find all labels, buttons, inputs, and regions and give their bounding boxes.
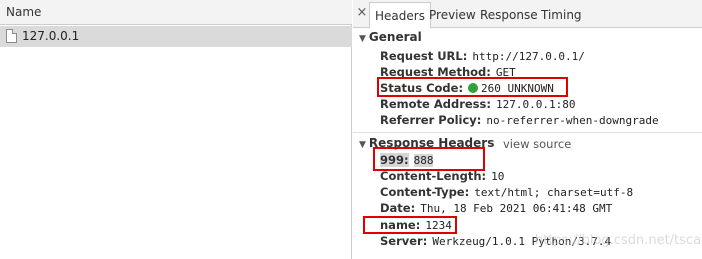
- header-value: 127.0.0.1:80: [495, 98, 576, 111]
- name-column-label: Name: [6, 5, 42, 19]
- section-divider: [353, 132, 702, 133]
- general-section-title: General: [368, 30, 422, 44]
- request-name: 127.0.0.1: [22, 29, 80, 43]
- header-key: Server:: [380, 234, 428, 248]
- tab-timing[interactable]: Timing: [536, 2, 587, 28]
- request-list-panel: Name 127.0.0.1: [0, 0, 352, 259]
- tab-headers[interactable]: Headers: [369, 2, 431, 29]
- view-source-link[interactable]: view source: [503, 137, 571, 151]
- header-key: Referrer Policy:: [380, 113, 482, 127]
- request-row[interactable]: 127.0.0.1: [0, 26, 352, 47]
- watermark: https://blog.csdn.net/tscaxx: [535, 233, 702, 248]
- general-row-referrer-policy: Referrer Policy: no-referrer-when-downgra…: [380, 113, 659, 127]
- response-header-row-date: Date: Thu, 18 Feb 2021 06:41:48 GMT: [380, 201, 612, 215]
- details-tabbar: × Headers Preview Response Timing: [353, 0, 702, 29]
- header-key: Content-Type:: [380, 185, 470, 199]
- tab-preview[interactable]: Preview: [424, 2, 481, 28]
- general-section-toggle[interactable]: ▼ General: [359, 30, 422, 44]
- tab-response[interactable]: Response: [475, 2, 543, 28]
- header-key: Request URL:: [380, 49, 468, 63]
- header-key: Remote Address:: [380, 97, 491, 111]
- general-row-remote-address: Remote Address: 127.0.0.1:80: [380, 97, 575, 111]
- expand-triangle-icon: ▼: [359, 34, 366, 44]
- close-icon[interactable]: ×: [356, 5, 368, 20]
- response-header-row-content-length: Content-Length: 10: [380, 169, 504, 183]
- header-value: http://127.0.0.1/: [472, 50, 585, 63]
- header-key: Content-Length:: [380, 169, 487, 183]
- header-value: no-referrer-when-downgrade: [486, 114, 659, 127]
- general-row-request-url: Request URL: http://127.0.0.1/: [380, 49, 585, 63]
- highlight-box-999-header: [373, 147, 485, 171]
- expand-triangle-icon: ▼: [359, 140, 366, 150]
- header-value: Thu, 18 Feb 2021 06:41:48 GMT: [420, 202, 613, 215]
- header-value: 10: [491, 170, 505, 183]
- response-header-row-content-type: Content-Type: text/html; charset=utf-8: [380, 185, 633, 199]
- header-key: Date:: [380, 201, 416, 215]
- highlight-box-status-code: [377, 77, 568, 97]
- document-icon: [6, 29, 17, 43]
- header-value: text/html; charset=utf-8: [474, 186, 634, 199]
- highlight-box-name-header: [363, 216, 457, 234]
- name-column-header[interactable]: Name: [0, 0, 352, 25]
